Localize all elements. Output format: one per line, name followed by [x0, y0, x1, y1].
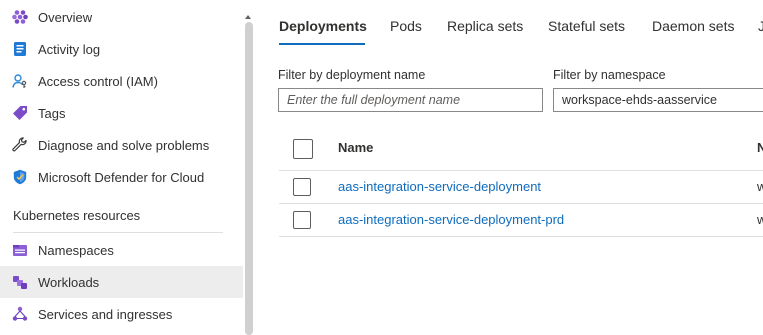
nav-section-title: Kubernetes resources: [13, 208, 141, 223]
sidebar-item-access-control[interactable]: Access control (IAM): [0, 65, 243, 97]
table-divider: [279, 203, 763, 204]
vertical-scrollbar[interactable]: [245, 22, 253, 335]
tab-daemon-sets[interactable]: Daemon sets: [652, 18, 734, 46]
sidebar-item-label: Overview: [38, 9, 93, 25]
sidebar-item-label: Microsoft Defender for Cloud: [38, 169, 205, 185]
sidebar-item-label: Workloads: [38, 274, 100, 290]
access-control-icon: [12, 73, 28, 89]
deployment-name-filter-input[interactable]: [278, 88, 543, 112]
sidebar-item-defender[interactable]: Microsoft Defender for Cloud: [0, 161, 243, 193]
namespace-filter-input[interactable]: [553, 88, 763, 112]
services-icon: [12, 306, 28, 322]
wrench-icon: [12, 137, 28, 153]
tab-jobs[interactable]: J: [758, 18, 763, 46]
column-header-namespace[interactable]: N: [757, 140, 763, 155]
deployment-link[interactable]: aas-integration-service-deployment-prd: [338, 212, 564, 227]
tab-replica-sets[interactable]: Replica sets: [447, 18, 523, 46]
filter-name-label: Filter by deployment name: [278, 68, 426, 82]
sidebar-item-tags[interactable]: Tags: [0, 97, 243, 129]
workloads-pane: Deployments Pods Replica sets Stateful s…: [255, 0, 763, 335]
active-tab-indicator: [279, 43, 365, 45]
sidebar-item-label: Namespaces: [38, 242, 114, 258]
sidebar-item-label: Tags: [38, 105, 66, 121]
nav-divider: [13, 232, 223, 233]
sidebar-item-workloads[interactable]: Workloads: [0, 266, 243, 298]
table-divider: [279, 236, 763, 237]
namespaces-icon: [12, 242, 28, 258]
namespace-cell: w: [757, 179, 763, 194]
filter-namespace-label: Filter by namespace: [553, 68, 666, 82]
sidebar-item-label: Services and ingresses: [38, 306, 173, 322]
overview-icon: [12, 9, 28, 25]
select-all-checkbox[interactable]: [293, 139, 313, 159]
shield-icon: [12, 169, 28, 185]
workloads-icon: [12, 274, 28, 290]
sidebar-item-label: Access control (IAM): [38, 73, 158, 89]
sidebar-item-services[interactable]: Services and ingresses: [0, 298, 243, 330]
resource-menu: Overview Activity log Access control (IA…: [0, 0, 243, 335]
table-divider: [279, 170, 763, 171]
row-checkbox[interactable]: [293, 178, 311, 196]
tab-pods[interactable]: Pods: [390, 18, 422, 46]
column-header-name[interactable]: Name: [338, 140, 373, 155]
tab-stateful-sets[interactable]: Stateful sets: [548, 18, 625, 46]
sidebar-item-activity-log[interactable]: Activity log: [0, 33, 243, 65]
sidebar-item-label: Activity log: [38, 41, 101, 57]
deployment-link[interactable]: aas-integration-service-deployment: [338, 179, 541, 194]
sidebar-item-label: Diagnose and solve problems: [38, 137, 210, 153]
row-checkbox[interactable]: [293, 211, 311, 229]
sidebar-item-namespaces[interactable]: Namespaces: [0, 234, 243, 266]
scroll-up-arrow-icon[interactable]: [244, 9, 252, 19]
sidebar-item-diagnose[interactable]: Diagnose and solve problems: [0, 129, 243, 161]
sidebar-item-overview[interactable]: Overview: [0, 1, 243, 33]
tab-deployments[interactable]: Deployments: [279, 18, 367, 46]
activity-log-icon: [12, 41, 28, 57]
tag-icon: [12, 105, 28, 121]
namespace-cell: w: [757, 212, 763, 227]
